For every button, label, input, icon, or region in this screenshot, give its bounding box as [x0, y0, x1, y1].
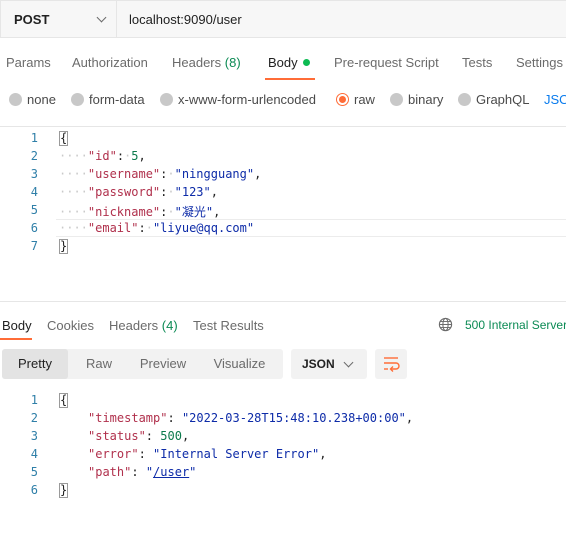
line-number: 7	[30, 239, 38, 253]
json-value: "凝光"	[174, 205, 214, 219]
code-line: ····"id":·5,	[59, 149, 146, 163]
tab-headers-label: Headers	[172, 55, 222, 70]
json-value: "liyue@qq.com"	[152, 221, 255, 235]
tab-body-label: Body	[268, 55, 298, 70]
code-line: {	[59, 131, 69, 146]
radio-none[interactable]	[9, 93, 22, 106]
json-key: "timestamp"	[88, 411, 168, 425]
response-tab-headers[interactable]: Headers (4)	[109, 318, 178, 333]
json-value: "123"	[174, 185, 211, 199]
url-input[interactable]: localhost:9090/user	[116, 0, 566, 38]
radio-graphql-label[interactable]: GraphQL	[476, 92, 529, 107]
code-line: ····"password":·"123",	[59, 185, 218, 199]
path-link[interactable]: /user	[153, 465, 189, 479]
tab-body[interactable]: Body	[268, 55, 310, 70]
json-key: "status"	[88, 429, 146, 443]
line-number: 1	[30, 131, 38, 145]
code-line: "timestamp": "2022-03-28T15:48:10.238+00…	[88, 411, 414, 425]
json-key: "nickname"	[87, 205, 161, 219]
json-value-quote: "	[145, 465, 154, 479]
radio-raw[interactable]	[336, 93, 349, 106]
code-line: "path": "/user"	[88, 465, 197, 479]
format-select[interactable]: JSON	[291, 349, 367, 379]
json-key: "password"	[87, 185, 161, 199]
json-value: "ningguang"	[174, 167, 255, 181]
method-label: POST	[14, 12, 50, 27]
radio-raw-label[interactable]: raw	[354, 92, 375, 107]
line-number: 4	[30, 447, 38, 461]
raw-type-dropdown[interactable]: JSON	[544, 92, 566, 107]
json-value-quote: "	[189, 465, 197, 479]
tab-authorization[interactable]: Authorization	[72, 55, 148, 70]
line-number: 5	[30, 465, 38, 479]
json-value: 5	[131, 149, 139, 163]
active-tab-indicator	[265, 78, 315, 80]
line-number: 3	[30, 429, 38, 443]
radio-binary[interactable]	[390, 93, 403, 106]
line-number: 4	[30, 185, 38, 199]
response-tab-cookies[interactable]: Cookies	[47, 318, 94, 333]
code-line: ····"email":·"liyue@qq.com"	[59, 221, 255, 235]
json-key: "error"	[88, 447, 139, 461]
response-tab-body[interactable]: Body	[2, 318, 32, 333]
json-value: 500	[160, 429, 182, 443]
modified-dot-icon	[302, 59, 310, 66]
json-value: "2022-03-28T15:48:10.238+00:00"	[181, 411, 406, 425]
radio-none-label[interactable]: none	[27, 92, 56, 107]
tab-headers-count: (8)	[224, 55, 241, 70]
response-tab-headers-count: (4)	[161, 318, 178, 333]
code-line: }	[59, 483, 69, 498]
tab-headers[interactable]: Headers (8)	[172, 55, 241, 70]
json-key: "id"	[87, 149, 117, 163]
tab-settings[interactable]: Settings	[516, 55, 563, 70]
line-number: 5	[30, 203, 38, 217]
code-line: ····"username":·"ningguang",	[59, 167, 262, 181]
chevron-down-icon	[96, 12, 107, 23]
chevron-down-icon	[343, 357, 354, 368]
active-response-tab-indicator	[0, 338, 32, 340]
code-line: }	[59, 239, 69, 254]
tab-tests[interactable]: Tests	[462, 55, 492, 70]
code-line: "error": "Internal Server Error",	[88, 447, 327, 461]
code-line: ····"nickname":·"凝光",	[59, 205, 221, 219]
json-key: "path"	[88, 465, 132, 479]
code-line: "status": 500,	[88, 429, 190, 443]
radio-urlencoded-label[interactable]: x-www-form-urlencoded	[178, 92, 316, 107]
wrap-lines-button[interactable]	[375, 349, 407, 379]
view-visualize-button[interactable]: Visualize	[196, 349, 283, 379]
url-text: localhost:9090/user	[129, 12, 242, 27]
tab-params[interactable]: Params	[6, 55, 51, 70]
tab-pre-request-script[interactable]: Pre-request Script	[334, 55, 439, 70]
line-number: 3	[30, 167, 38, 181]
wrap-lines-icon	[384, 357, 400, 372]
code-line: {	[59, 393, 69, 408]
json-key: "username"	[87, 167, 161, 181]
radio-form-data-label[interactable]: form-data	[89, 92, 145, 107]
response-tab-headers-label: Headers	[109, 318, 159, 333]
json-key: "email"	[87, 221, 139, 235]
response-status[interactable]: 500 Internal Server	[465, 318, 566, 332]
radio-binary-label[interactable]: binary	[408, 92, 443, 107]
radio-urlencoded[interactable]	[160, 93, 173, 106]
line-number: 6	[30, 221, 38, 235]
view-mode-switcher: Pretty Raw Preview Visualize	[2, 349, 283, 379]
method-select[interactable]: POST	[0, 0, 116, 38]
radio-form-data[interactable]	[71, 93, 84, 106]
json-value: "Internal Server Error"	[153, 447, 320, 461]
line-number: 1	[30, 393, 38, 407]
line-number: 2	[30, 149, 38, 163]
view-preview-button[interactable]: Preview	[130, 349, 196, 379]
radio-graphql[interactable]	[458, 93, 471, 106]
view-pretty-button[interactable]: Pretty	[2, 349, 68, 379]
format-label: JSON	[302, 357, 335, 371]
view-raw-button[interactable]: Raw	[68, 349, 130, 379]
response-tab-test-results[interactable]: Test Results	[193, 318, 264, 333]
line-number: 2	[30, 411, 38, 425]
line-number: 6	[30, 483, 38, 497]
globe-icon[interactable]	[438, 317, 453, 332]
